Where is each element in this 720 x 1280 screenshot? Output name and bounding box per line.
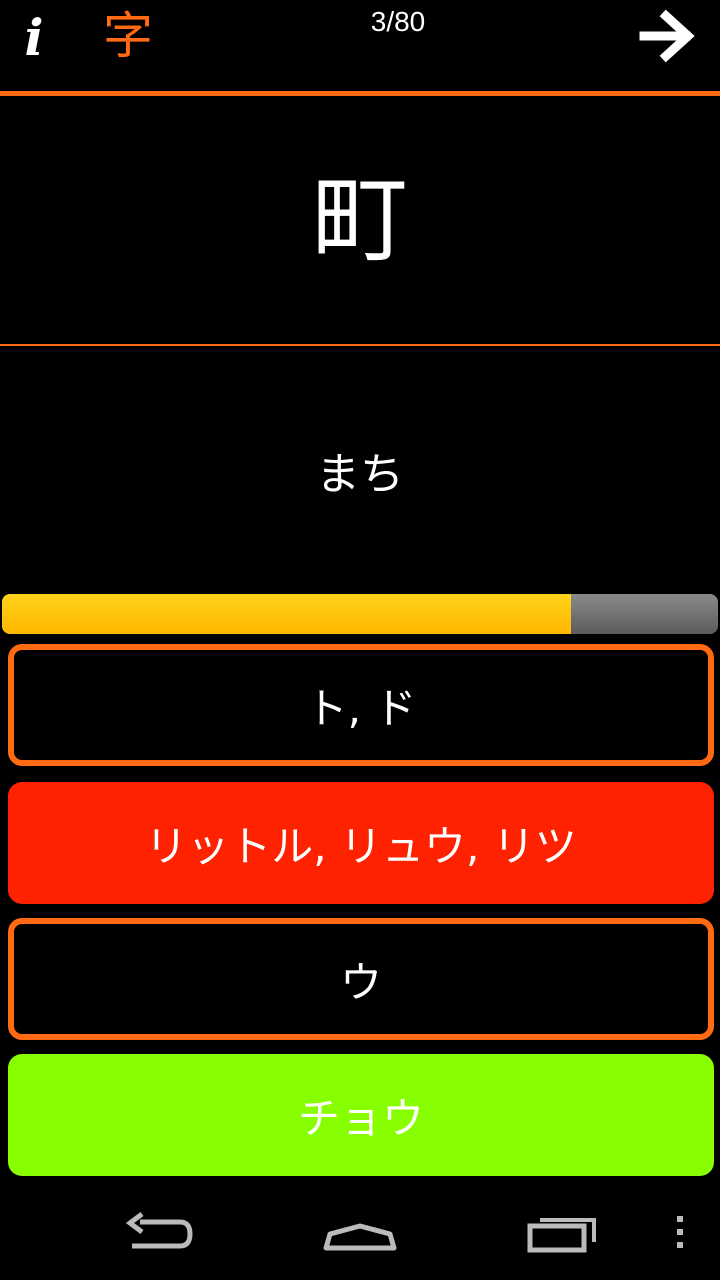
timer-bar-fill (2, 594, 572, 634)
overflow-menu-icon[interactable] (668, 1204, 692, 1260)
question-kanji: 町 (312, 164, 408, 276)
answer-label: ト, ド (305, 683, 417, 733)
arrow-right-icon (639, 9, 695, 63)
next-button[interactable] (636, 6, 700, 66)
answer-label: チョウ (297, 1093, 424, 1143)
answer-option-1[interactable]: ト, ド (8, 644, 714, 766)
kanji-divider (0, 344, 720, 346)
header-divider (0, 91, 720, 96)
question-counter: 3/80 (370, 6, 426, 37)
answer-option-4[interactable]: チョウ (8, 1054, 714, 1176)
system-nav-bar (0, 1190, 720, 1280)
kanji-mode-button[interactable]: 字 (96, 4, 160, 68)
home-icon[interactable] (318, 1204, 402, 1260)
kun-reading: まち (316, 449, 404, 500)
info-button[interactable]: i (14, 10, 54, 66)
timer-bar (2, 594, 718, 634)
recents-icon[interactable] (520, 1204, 604, 1260)
answer-label: リットル, リュウ, リツ (145, 821, 577, 871)
answer-option-3[interactable]: ウ (8, 918, 714, 1040)
answer-option-2[interactable]: リットル, リュウ, リツ (8, 782, 714, 904)
answer-label: ウ (339, 957, 382, 1007)
back-icon[interactable] (118, 1204, 202, 1260)
top-bar: i 字 3/80 (0, 0, 720, 92)
